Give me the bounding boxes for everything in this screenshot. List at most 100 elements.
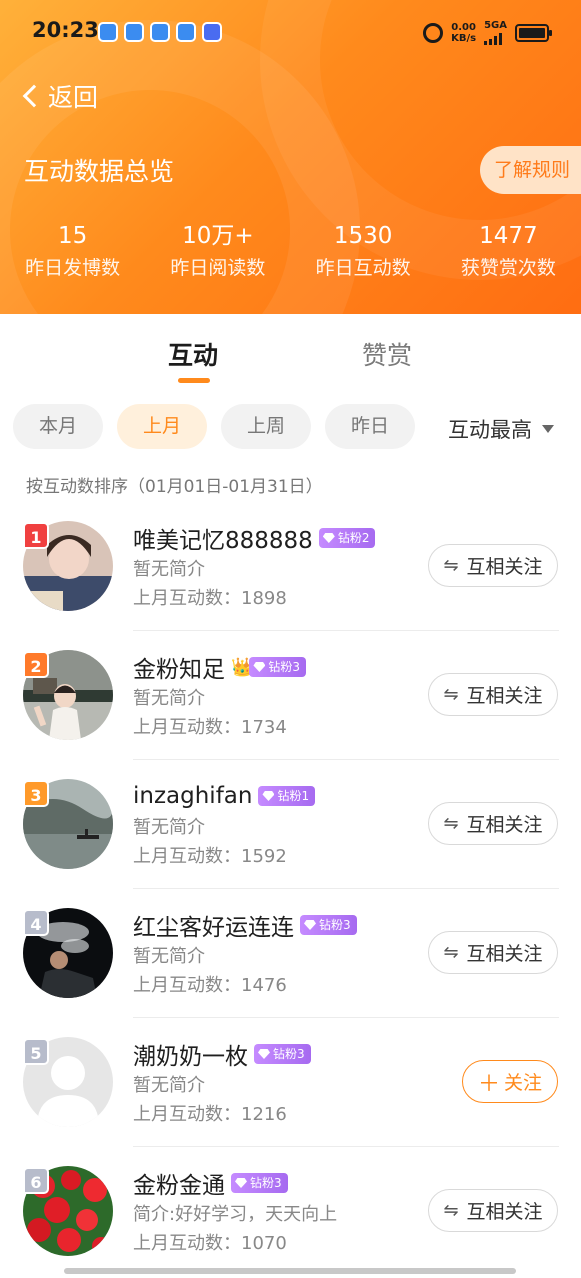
interaction-count: 上月互动数：1734 [133,717,287,738]
interaction-count: 上月互动数：1592 [133,846,287,867]
list-item[interactable]: 4 红尘客好运连连 钻粉3 暂无简介 上月互动数：1476 ⇋ 互相关注 [0,889,581,1018]
name-line: 金粉知足 👑 钻粉3 [133,650,307,684]
fan-level-badge: 钻粉2 [318,528,376,548]
user-name[interactable]: inzaghifan [133,783,252,809]
sort-label: 互动最高 [448,418,532,442]
signal-group: 5GA [484,20,507,45]
status-time: 20:23 [32,18,99,42]
diamond-icon [258,1049,270,1059]
main-tabs: 互动 赞赏 [0,330,581,390]
filter-yesterday[interactable]: 昨日 [325,404,415,449]
speed-unit: KB/s [451,32,477,44]
rank-badge: 4 [23,909,49,936]
interaction-count: 上月互动数：1070 [133,1233,287,1254]
status-indicators: 0.00 KB/s 5GA [423,20,552,45]
user-bio: 暂无简介 [133,817,205,838]
user-name[interactable]: 潮奶奶一枚 [133,1037,248,1071]
interaction-count: 上月互动数：1216 [133,1104,287,1125]
mutual-follow-label: 互相关注 [466,685,543,707]
rank-badge: 5 [23,1038,49,1065]
mutual-follow-button[interactable]: ⇋ 互相关注 [428,544,558,587]
name-line: 唯美记忆888888 钻粉2 [133,521,376,555]
stat-value: 1530 [333,223,393,249]
list-item[interactable]: 1 唯美记忆888888 钻粉2 暂无简介 上月互动数：1898 ⇋ 互相关注 [0,502,581,631]
app-notification-icon [98,22,118,42]
fan-level-label: 钻粉3 [268,660,301,674]
diamond-icon [304,920,316,930]
notification-icons [98,22,222,42]
back-button[interactable]: 返回 [18,78,98,114]
fan-level-badge: 钻粉3 [300,915,357,935]
diamond-icon [262,791,275,801]
fan-level-label: 钻粉3 [319,918,351,932]
home-indicator[interactable] [64,1268,516,1274]
swap-arrows-icon: ⇋ [443,555,459,576]
stats-row: 15 昨日发博数 10万+ 昨日阅读数 1530 昨日互动数 1477 获赞赏次… [0,220,581,284]
stat-label: 昨日阅读数 [170,257,266,279]
network-speed: 0.00 KB/s [451,22,476,44]
filter-this-month[interactable]: 本月 [13,404,103,449]
rules-button[interactable]: 了解规则 [480,146,581,194]
name-line: 金粉金通 钻粉3 [133,1167,337,1199]
plus-icon: ＋ [477,1071,500,1097]
app-notification-icon [202,22,222,42]
stat-label: 昨日互动数 [315,257,411,279]
rank-badge: 2 [23,651,49,678]
range-description: 按互动数排序（01月01日-01月31日） [26,477,323,497]
stat-posts: 15 昨日发博数 [0,220,145,284]
mutual-follow-button[interactable]: ⇋ 互相关注 [428,931,558,974]
list-item[interactable]: 3 inzaghifan 钻粉1 暂无简介 上月互动数：1592 ⇋ 互相关注 [0,760,581,889]
mutual-follow-label: 互相关注 [466,1201,543,1223]
mutual-follow-button[interactable]: ⇋ 互相关注 [428,673,558,716]
tab-interaction[interactable]: 互动 [168,336,218,372]
stat-value: 15 [57,223,88,249]
fan-level-label: 钻粉3 [273,1047,305,1061]
alarm-icon [423,22,444,43]
mutual-follow-button[interactable]: ⇋ 互相关注 [428,802,558,845]
diamond-icon [322,533,335,543]
stat-rewards: 1477 获赞赏次数 [436,220,581,284]
swap-arrows-icon: ⇋ [443,684,459,705]
user-bio: 暂无简介 [133,946,205,967]
list-item[interactable]: 5 潮奶奶一枚 钻粉3 暂无简介 上月互动数：1216 ＋关注 [0,1018,581,1147]
swap-arrows-icon: ⇋ [443,942,459,963]
interaction-count: 上月互动数：1476 [133,975,287,996]
user-info: 潮奶奶一枚 钻粉3 暂无简介 上月互动数：1216 [133,1038,311,1130]
sort-dropdown[interactable]: 互动最高 [448,414,554,444]
app-notification-icon [150,22,170,42]
user-bio: 暂无简介 [133,1075,205,1096]
fan-level-label: 钻粉1 [277,789,310,803]
rank-badge: 1 [23,522,49,549]
page-title: 互动数据总览 [24,157,175,186]
user-name[interactable]: 唯美记忆888888 [133,521,313,555]
app-notification-icon [124,22,144,42]
stat-value: 1477 [479,223,538,249]
name-line: 潮奶奶一枚 钻粉3 [133,1038,311,1070]
follow-button[interactable]: ＋关注 [462,1060,558,1103]
back-label: 返回 [48,83,99,112]
list-item[interactable]: 6 金粉金通 钻粉3 简介:好好学习，天天向上 上月互动数：1070 ⇋ 互相关注 [0,1147,581,1276]
fan-level-badge: 钻粉3 [231,1173,288,1193]
diamond-icon [253,662,266,672]
list-item[interactable]: 2 金粉知足 👑 钻粉3 暂无简介 上月互动数：1734 ⇋ 互相关注 [0,631,581,760]
user-name[interactable]: 金粉金通 [133,1166,225,1200]
fan-level-label: 钻粉3 [250,1176,282,1190]
network-type: 5GA [484,20,507,31]
app-notification-icon [176,22,196,42]
mutual-follow-label: 互相关注 [466,814,543,836]
filter-last-month[interactable]: 上月 [117,404,207,449]
filter-last-week[interactable]: 上周 [221,404,311,449]
tab-rewards[interactable]: 赞赏 [362,336,412,372]
stat-interactions: 1530 昨日互动数 [291,220,436,284]
speed-value: 0.00 [451,21,476,33]
user-name[interactable]: 红尘客好运连连 [133,908,294,942]
rank-badge: 6 [23,1167,49,1194]
follow-label: 关注 [504,1072,543,1094]
mutual-follow-button[interactable]: ⇋ 互相关注 [428,1189,558,1232]
user-info: 唯美记忆888888 钻粉2 暂无简介 上月互动数：1898 [133,521,376,614]
user-info: 金粉知足 👑 钻粉3 暂无简介 上月互动数：1734 [133,650,307,743]
mutual-follow-label: 互相关注 [466,943,543,965]
user-name[interactable]: 金粉知足 [133,650,225,684]
chevron-left-icon [22,84,46,108]
swap-arrows-icon: ⇋ [443,1200,459,1221]
